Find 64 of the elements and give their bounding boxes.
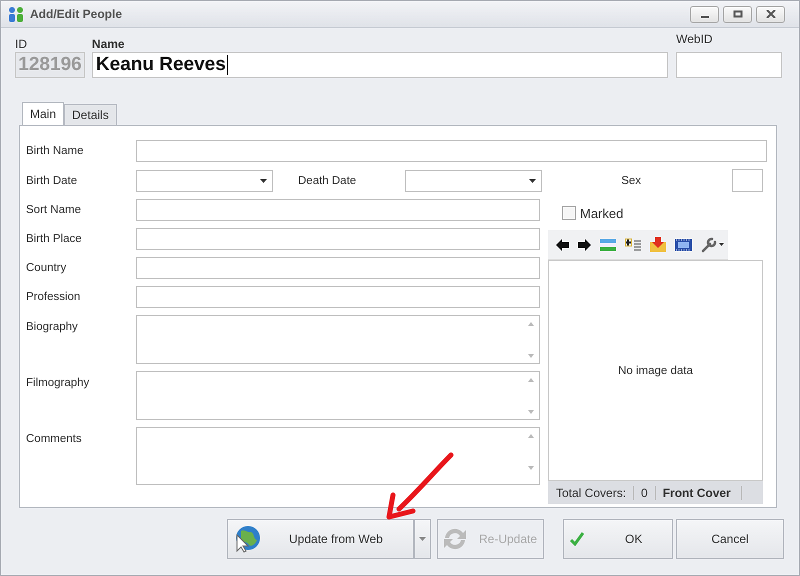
input-field[interactable] <box>136 257 540 279</box>
input-field[interactable] <box>136 228 540 250</box>
right-arrow-icon[interactable] <box>578 238 591 250</box>
dropdown-button[interactable] <box>414 519 431 559</box>
dropdown-icon <box>260 178 267 182</box>
field-label: Death Date <box>298 174 356 186</box>
empty-message: No image data <box>618 364 693 376</box>
input-field[interactable] <box>136 140 767 162</box>
left-arrow-icon[interactable] <box>556 238 569 250</box>
input-field[interactable] <box>732 169 764 192</box>
scrollbar[interactable] <box>527 433 535 471</box>
close-button[interactable] <box>756 6 785 22</box>
maximize-button[interactable] <box>723 6 752 22</box>
caret-icon[interactable] <box>719 243 724 246</box>
wrench-icon[interactable] <box>701 236 717 252</box>
text-area[interactable] <box>136 371 540 420</box>
field-label: Biography <box>26 321 79 333</box>
name-field[interactable]: Keanu Reeves <box>92 52 668 78</box>
status-cover: Front Cover <box>654 486 742 500</box>
image-icon[interactable] <box>600 238 616 250</box>
field-label: Country <box>26 262 68 274</box>
text-area[interactable] <box>136 427 540 485</box>
field-label: Comments <box>26 433 83 445</box>
window-title: Add/Edit People <box>30 7 122 21</box>
refresh-icon <box>441 526 469 552</box>
caret-icon <box>419 537 426 541</box>
folder-icon[interactable] <box>650 237 666 252</box>
input-field[interactable] <box>136 286 540 308</box>
status-count: 0 <box>633 486 648 500</box>
field-label: Birth Place <box>26 233 83 245</box>
field-label: Sort Name <box>26 204 82 216</box>
id-label: ID <box>15 36 28 52</box>
close-icon <box>766 10 776 18</box>
people-icon <box>7 6 25 22</box>
scrollbar[interactable] <box>527 377 535 415</box>
minimize-button[interactable] <box>690 6 719 22</box>
checkbox[interactable] <box>562 206 576 220</box>
tab[interactable]: Details <box>64 104 117 125</box>
input-field[interactable] <box>136 199 540 221</box>
scrollbar[interactable] <box>527 321 535 359</box>
field-label: Profession <box>26 291 82 303</box>
checkmark-icon <box>570 532 584 546</box>
ok-button[interactable]: OK <box>563 519 673 559</box>
text-area[interactable] <box>136 315 540 364</box>
field-label: Sex <box>621 174 642 186</box>
status-label: Total Covers: <box>556 486 626 500</box>
tab[interactable]: Main <box>22 102 64 125</box>
dropdown-icon <box>529 178 536 182</box>
maximize-icon <box>732 10 742 18</box>
webid-field[interactable] <box>676 52 782 78</box>
film-icon[interactable] <box>675 238 692 250</box>
cancel-button[interactable]: Cancel <box>676 519 784 559</box>
id-field: 128196 <box>15 52 85 78</box>
date-field[interactable] <box>405 170 542 192</box>
name-label: Name <box>92 36 126 52</box>
checkbox-label: Marked <box>580 206 624 220</box>
update-button[interactable]: Update from Web <box>227 519 414 559</box>
add-list-icon[interactable] <box>625 238 641 252</box>
webid-label: WebID <box>676 32 714 48</box>
field-label: Birth Date <box>26 174 78 186</box>
field-label: Birth Name <box>26 145 85 157</box>
field-label: Filmography <box>26 377 90 389</box>
globe-icon <box>233 525 261 553</box>
date-field[interactable] <box>136 170 273 192</box>
